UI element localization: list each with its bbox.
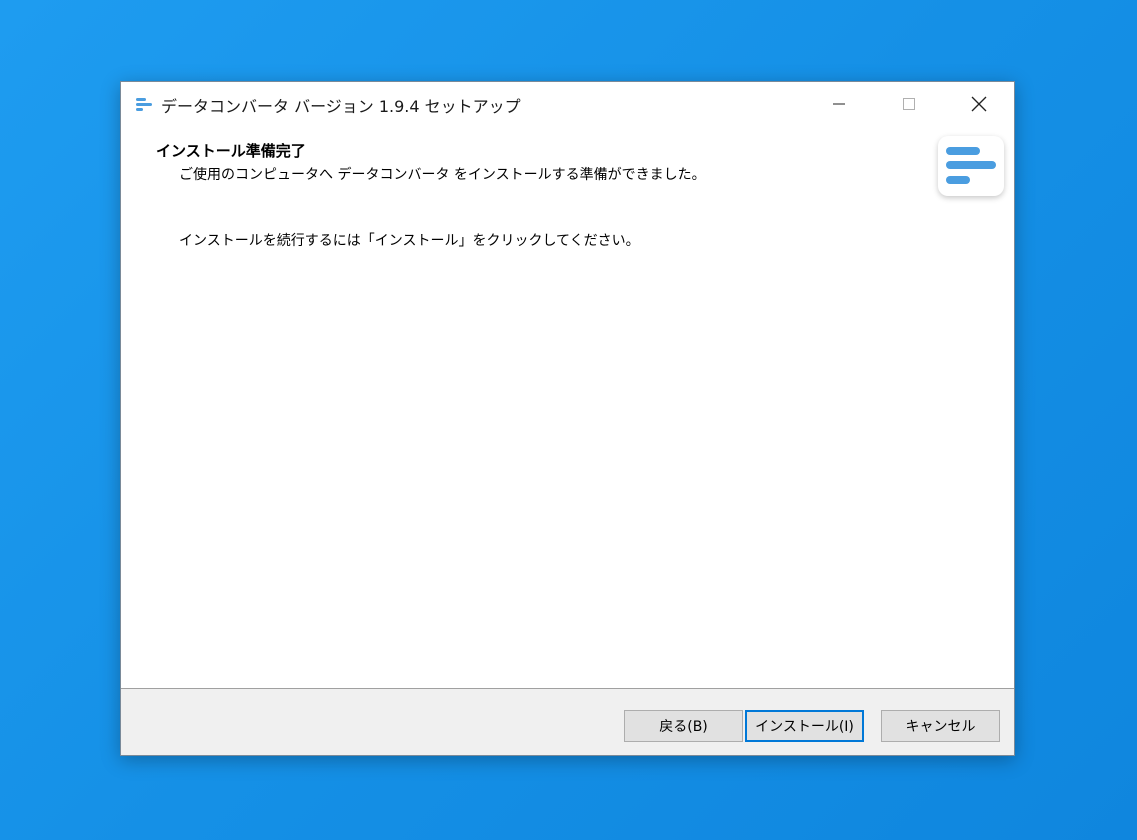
button-bar: 戻る(B) インストール(I) キャンセル: [121, 688, 1014, 755]
minimize-button[interactable]: [804, 82, 874, 126]
cancel-button[interactable]: キャンセル: [881, 710, 1000, 742]
back-button[interactable]: 戻る(B): [624, 710, 743, 742]
close-icon: [971, 96, 987, 112]
window-title: データコンバータ バージョン 1.9.4 セットアップ: [161, 97, 521, 116]
page-heading: インストール準備完了: [156, 142, 306, 160]
minimize-icon: [833, 103, 845, 105]
app-logo-large-icon: [938, 136, 1004, 196]
page-subheading: ご使用のコンピュータへ データコンバータ をインストールする準備ができました。: [179, 167, 706, 183]
wizard-content: インストール準備完了 ご使用のコンピュータへ データコンバータ をインストールす…: [121, 126, 1014, 688]
setup-window: データコンバータ バージョン 1.9.4 セットアップ インストール準備完了 ご…: [120, 81, 1015, 756]
app-logo-icon: [135, 96, 153, 112]
install-button[interactable]: インストール(I): [745, 710, 864, 742]
title-bar[interactable]: データコンバータ バージョン 1.9.4 セットアップ: [121, 82, 1014, 126]
close-button[interactable]: [944, 82, 1014, 126]
install-instruction: インストールを続行するには「インストール」をクリックしてください。: [179, 233, 640, 249]
maximize-button[interactable]: [874, 82, 944, 126]
maximize-icon: [903, 98, 915, 110]
